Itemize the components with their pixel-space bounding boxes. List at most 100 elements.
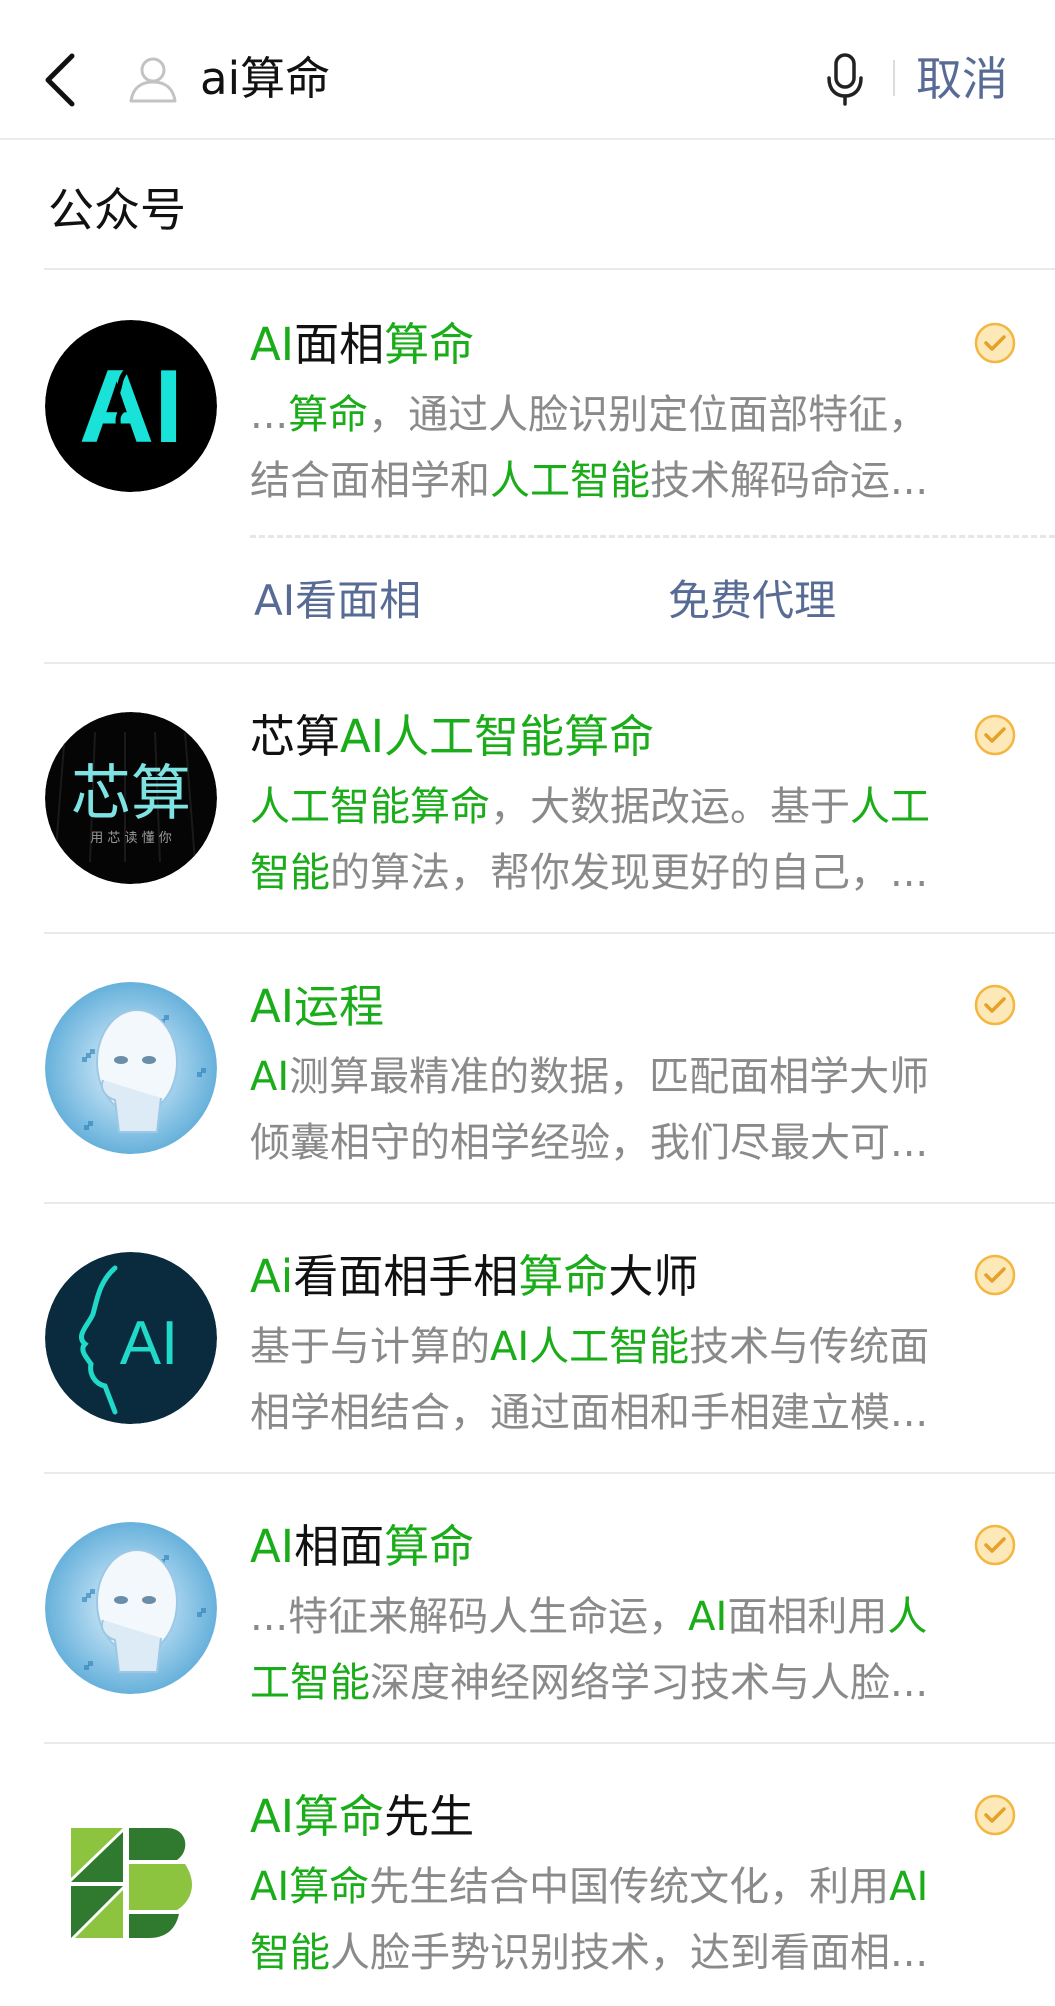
highlighted-text: 算命: [518, 1250, 609, 1303]
menu-link-ai-face[interactable]: AI看面相: [254, 567, 421, 635]
ai-logo-avatar: AI: [45, 320, 217, 492]
search-header: ai算命 取消: [0, 0, 1055, 140]
description-line: 智能的算法，帮你发现更好的自己，...: [250, 840, 1000, 906]
description-line: ...特征来解码人生命运，AI面相利用人: [250, 1584, 1000, 1650]
account-result[interactable]: AI AI面相算命 ...算命，通过人脸识别定位面部特征， 结合面相学和人工智能技术解…: [0, 270, 1055, 662]
account-name: 芯算AI人工智能算命: [250, 702, 654, 772]
xinsuan-avatar: 芯算用 芯 读 懂 你: [45, 712, 217, 884]
account-result[interactable]: AI Ai看面相手相算命大师 基于与计算的AI人工智能技术与传统面 相学相结合，通过面…: [0, 1202, 1055, 1472]
description-line: 倾囊相守的相学经验，我们尽最大可...: [250, 1110, 1000, 1176]
account-description: 基于与计算的AI人工智能技术与传统面相学相结合，通过面相和手相建立模...: [250, 1314, 1000, 1446]
description-line: AI算命先生结合中国传统文化，利用AI: [250, 1854, 1000, 1920]
highlighted-text: AI: [250, 318, 295, 371]
text-segment: 技术解码命运...: [650, 458, 929, 504]
back-arrow-icon[interactable]: [42, 52, 78, 108]
highlighted-text: AI: [688, 1594, 728, 1640]
text-segment: ...: [250, 392, 289, 438]
avatar-slogan-text: 用 芯 读 懂 你: [90, 831, 172, 846]
text-segment: 倾囊相守的相学经验，我们尽最大可...: [250, 1120, 929, 1166]
highlighted-text: 算命: [384, 1520, 475, 1573]
text-segment: 人脸手势识别技术，达到看面相...: [330, 1930, 929, 1976]
text-segment: 深度神经网络学习技术与人脸...: [370, 1660, 929, 1706]
svg-text:AI: AI: [120, 1309, 179, 1378]
highlighted-text: 人工智能: [490, 458, 650, 504]
text-segment: 面相利用: [727, 1594, 888, 1640]
contact-icon: [129, 57, 177, 103]
text-segment: ，大数据改运。基于: [490, 784, 850, 830]
highlighted-text: AI人工智能算命: [340, 710, 655, 763]
account-name: AI运程: [250, 972, 384, 1042]
verified-check-icon: [974, 1524, 1016, 1566]
account-result[interactable]: AI算命先生 AI算命先生结合中国传统文化，利用AI 智能人脸手势识别技术，达到看面…: [0, 1742, 1055, 2006]
text-segment: 基于与计算的: [250, 1324, 490, 1370]
highlighted-text: AI算命: [250, 1790, 385, 1843]
search-input[interactable]: ai算命: [200, 46, 800, 112]
verified-check-icon: [974, 322, 1016, 364]
green-b-logo-avatar: [45, 1792, 217, 1964]
text-segment: ，通过人脸识别定位面部特征，: [368, 392, 929, 438]
description-line: AI测算最精准的数据，匹配面相学大师: [250, 1044, 1000, 1110]
text-segment: 相学相结合，通过面相和手相建立模...: [250, 1390, 929, 1436]
highlighted-text: 人工智能算命: [250, 784, 490, 830]
verified-check-icon: [974, 1254, 1016, 1296]
text-segment: 先生结合中国传统文化，利用: [369, 1864, 890, 1910]
text-segment: 看面相手相: [293, 1250, 519, 1303]
account-description: AI算命先生结合中国传统文化，利用AI 智能人脸手势识别技术，达到看面相...: [250, 1854, 1000, 1986]
account-result[interactable]: 芯算用 芯 读 懂 你芯算AI人工智能算命 人工智能算命，大数据改运。基于人工 智能…: [0, 662, 1055, 932]
dashed-divider: [250, 535, 1055, 538]
highlighted-text: AI: [889, 1864, 929, 1910]
description-line: 基于与计算的AI人工智能技术与传统面: [250, 1314, 1000, 1380]
ai-profile-avatar: AI: [45, 1252, 217, 1424]
account-description: AI测算最精准的数据，匹配面相学大师倾囊相守的相学经验，我们尽最大可...: [250, 1044, 1000, 1176]
text-segment: 技术与传统面: [689, 1324, 930, 1370]
text-segment: 面相: [294, 318, 385, 371]
menu-link-free-agent[interactable]: 免费代理: [668, 567, 836, 635]
description-line: 工智能深度神经网络学习技术与人脸...: [250, 1650, 1000, 1716]
highlighted-text: AI运程: [250, 980, 385, 1033]
description-line: ...算命，通过人脸识别定位面部特征，: [250, 382, 1000, 448]
highlighted-text: AI: [250, 1054, 290, 1100]
highlighted-text: AI算命: [250, 1864, 370, 1910]
highlighted-text: 算命: [288, 392, 369, 438]
account-description: 人工智能算命，大数据改运。基于人工 智能的算法，帮你发现更好的自己，...: [250, 774, 1000, 906]
account-result[interactable]: AI运程 AI测算最精准的数据，匹配面相学大师倾囊相守的相学经验，我们尽最大可..…: [0, 932, 1055, 1202]
account-description: ...特征来解码人生命运，AI面相利用人 工智能深度神经网络学习技术与人脸...: [250, 1584, 1000, 1716]
account-result[interactable]: AI相面算命 ...特征来解码人生命运，AI面相利用人 工智能深度神经网络学习技术与…: [0, 1472, 1055, 1742]
verified-check-icon: [974, 1794, 1016, 1836]
cancel-button[interactable]: 取消: [916, 46, 1008, 112]
section-title: 公众号: [48, 183, 186, 237]
account-name: AI相面算命: [250, 1512, 474, 1582]
description-line: 智能人脸手势识别技术，达到看面相...: [250, 1920, 1000, 1986]
text-segment: ...特征来解码人生命运，: [250, 1594, 689, 1640]
text-segment: 相面: [294, 1520, 385, 1573]
text-segment: 大师: [608, 1250, 699, 1303]
text-segment: 结合面相学和: [250, 458, 490, 504]
account-name: Ai看面相手相算命大师: [250, 1242, 698, 1312]
highlighted-text: 工智能: [250, 1660, 370, 1706]
avatar-logo-text: 芯算: [71, 759, 191, 829]
text-segment: 芯算: [250, 710, 341, 763]
account-description: ...算命，通过人脸识别定位面部特征， 结合面相学和人工智能技术解码命运...: [250, 382, 1000, 514]
description-line: 相学相结合，通过面相和手相建立模...: [250, 1380, 1000, 1446]
highlighted-text: AI人工智能: [490, 1324, 690, 1370]
text-segment: 测算最精准的数据，匹配面相学大师: [289, 1054, 930, 1100]
text-segment: 的算法，帮你发现更好的自己，...: [330, 850, 929, 896]
highlighted-text: 算命: [384, 318, 475, 371]
highlighted-text: 人: [887, 1594, 928, 1640]
verified-check-icon: [974, 984, 1016, 1026]
robot-face-avatar: [45, 1522, 217, 1694]
svg-text:AI: AI: [79, 349, 183, 465]
highlighted-text: AI: [250, 1520, 295, 1573]
microphone-icon[interactable]: [826, 52, 864, 106]
robot-face-avatar: [45, 982, 217, 1154]
highlighted-text: 人工: [850, 784, 930, 830]
description-line: 人工智能算命，大数据改运。基于人工: [250, 774, 1000, 840]
account-name: AI算命先生: [250, 1782, 474, 1852]
divider: [893, 60, 895, 96]
highlighted-text: 智能: [250, 850, 330, 896]
account-name: AI面相算命: [250, 310, 474, 380]
text-segment: 先生: [384, 1790, 475, 1843]
verified-check-icon: [974, 714, 1016, 756]
description-line: 结合面相学和人工智能技术解码命运...: [250, 448, 1000, 514]
highlighted-text: Ai: [250, 1250, 294, 1303]
